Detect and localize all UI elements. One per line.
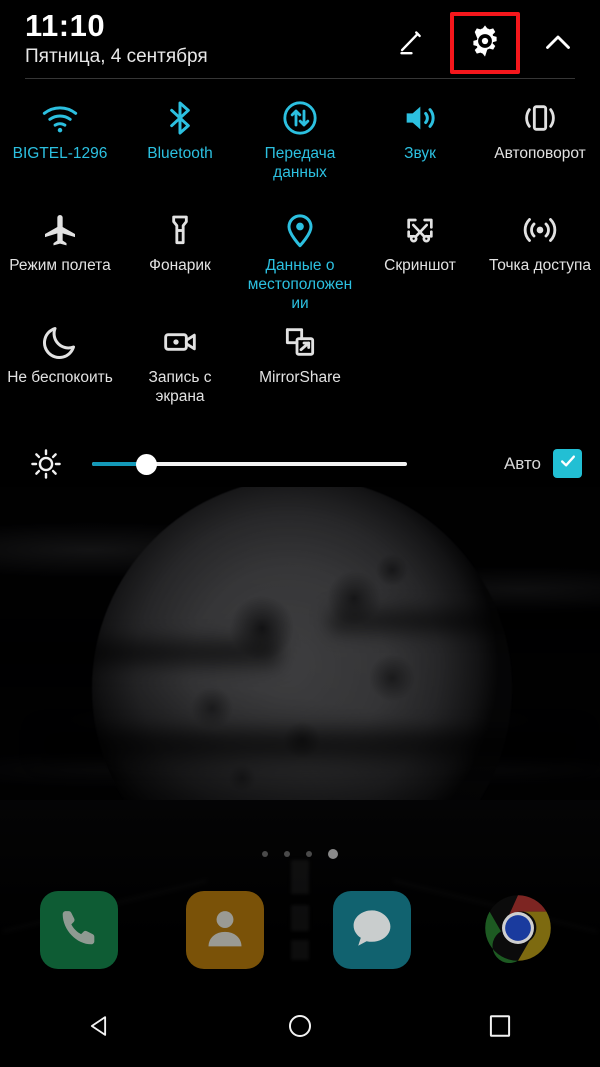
tile-location[interactable]: Данные о местоположении — [240, 202, 360, 313]
tile-do-not-disturb[interactable]: Не беспокоить — [0, 314, 120, 406]
messages-icon — [348, 904, 396, 957]
page-dot-active[interactable] — [328, 849, 338, 859]
auto-rotate-icon — [520, 96, 560, 140]
tile-mirrorshare[interactable]: MirrorShare — [240, 314, 360, 406]
nav-back-button[interactable] — [60, 999, 140, 1059]
airplane-icon — [40, 208, 80, 252]
dock-app-chrome[interactable] — [479, 891, 557, 969]
quick-settings-header: 11:10 Пятница, 4 сентября — [0, 0, 600, 79]
slider-thumb[interactable] — [136, 453, 157, 475]
quick-settings-panel: 11:10 Пятница, 4 сентября BIGTEL-1296 Bl… — [0, 0, 600, 487]
chrome-icon — [479, 891, 557, 969]
wifi-icon — [40, 96, 80, 140]
dock-app-contacts[interactable] — [186, 891, 264, 969]
tile-label: Запись с экрана — [148, 369, 212, 405]
nav-recents-button[interactable] — [460, 999, 540, 1059]
tile-label: Bluetooth — [147, 145, 213, 162]
chevron-up-icon — [540, 25, 576, 61]
tile-label: Точка доступа — [488, 257, 592, 274]
tile-label: Не беспокоить — [7, 369, 113, 386]
dock-app-messages[interactable] — [333, 891, 411, 969]
clock-time: 11:10 — [25, 8, 106, 43]
brightness-control: Авто — [0, 440, 600, 487]
screen-record-icon — [160, 320, 200, 364]
contacts-icon — [202, 905, 248, 956]
bluetooth-icon — [160, 96, 200, 140]
wallpaper-dim-overlay — [0, 470, 600, 1067]
tile-label: Передача данных — [264, 145, 336, 181]
check-icon — [558, 451, 578, 476]
gear-icon — [467, 23, 503, 64]
tile-bluetooth[interactable]: Bluetooth — [120, 90, 240, 182]
page-dot[interactable] — [306, 851, 312, 857]
collapse-button[interactable] — [534, 19, 582, 67]
flashlight-icon — [160, 208, 200, 252]
tile-label: Автоповорот — [494, 145, 586, 162]
tile-label: Режим полета — [9, 257, 111, 274]
page-indicator — [0, 849, 600, 859]
mirrorshare-icon — [280, 320, 320, 364]
tile-wifi[interactable]: BIGTEL-1296 — [0, 90, 120, 182]
nav-home-button[interactable] — [260, 999, 340, 1059]
moon-icon — [40, 320, 80, 364]
clock-date: Пятница, 4 сентября — [25, 46, 208, 67]
tile-airplane-mode[interactable]: Режим полета — [0, 202, 120, 313]
tile-label: Звук — [404, 145, 436, 162]
tile-screenshot[interactable]: Скриншот — [360, 202, 480, 313]
tile-label: Скриншот — [384, 257, 456, 274]
dock — [0, 891, 600, 971]
brightness-slider[interactable] — [92, 453, 407, 475]
page-dot[interactable] — [284, 851, 290, 857]
tile-label: Фонарик — [149, 257, 211, 274]
screenshot-icon — [400, 208, 440, 252]
location-pin-icon — [280, 208, 320, 252]
auto-brightness-checkbox[interactable] — [553, 449, 582, 478]
auto-brightness-label: Авто — [503, 453, 541, 473]
recents-square-icon — [486, 1012, 514, 1045]
tile-sound[interactable]: Звук — [360, 90, 480, 182]
navigation-bar — [0, 990, 600, 1067]
mobile-data-icon — [280, 96, 320, 140]
tile-flashlight[interactable]: Фонарик — [120, 202, 240, 313]
tile-row: BIGTEL-1296 Bluetooth Передача данных Зв… — [0, 90, 600, 182]
tile-auto-rotate[interactable]: Автоповорот — [480, 90, 600, 182]
tile-row: Режим полета Фонарик Данные о местополож… — [0, 202, 600, 313]
tile-screen-record[interactable]: Запись с экрана — [120, 314, 240, 406]
dock-app-phone[interactable] — [40, 891, 118, 969]
sound-icon — [400, 96, 440, 140]
edit-button[interactable] — [388, 19, 436, 67]
tile-label: Данные о местоположении — [247, 257, 353, 312]
auto-brightness-control[interactable]: Авто — [504, 449, 582, 478]
tile-label: BIGTEL-1296 — [12, 145, 108, 162]
tile-row: Не беспокоить Запись с экрана MirrorShar… — [0, 314, 600, 406]
phone-icon — [56, 905, 102, 956]
settings-button[interactable] — [450, 12, 520, 74]
brightness-icon — [0, 447, 92, 481]
header-actions — [388, 12, 582, 74]
tile-mobile-data[interactable]: Передача данных — [240, 90, 360, 182]
home-circle-icon — [286, 1012, 314, 1045]
pencil-icon — [395, 26, 429, 60]
header-divider — [25, 78, 575, 79]
tile-hotspot[interactable]: Точка доступа — [480, 202, 600, 313]
page-dot[interactable] — [262, 851, 268, 857]
back-triangle-icon — [86, 1012, 114, 1045]
tile-label: MirrorShare — [259, 369, 341, 386]
hotspot-icon — [520, 208, 560, 252]
